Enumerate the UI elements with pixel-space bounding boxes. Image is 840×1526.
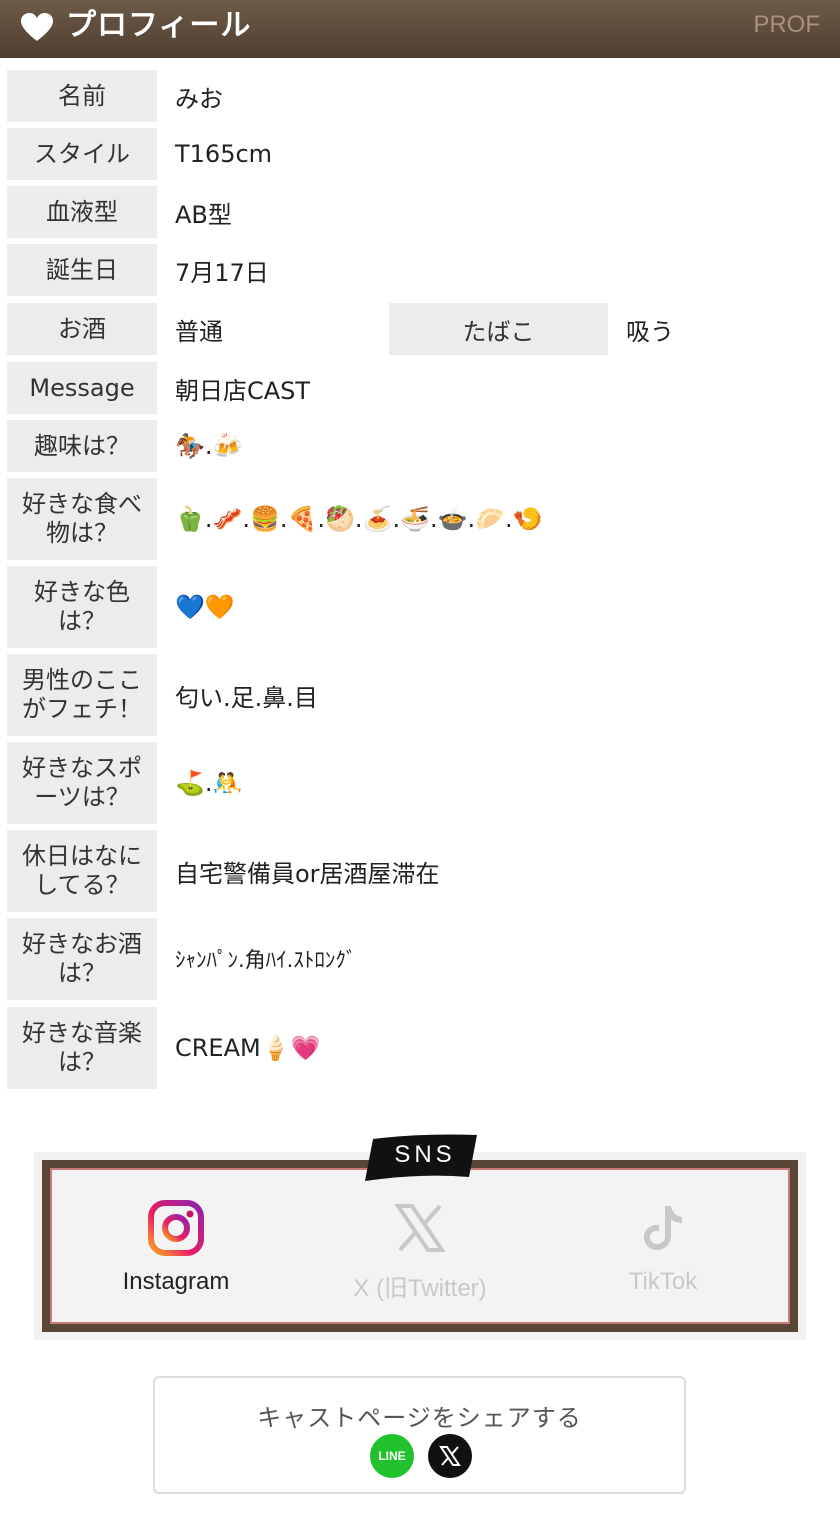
profile-row-holiday: 休日はなにしてる？ 自宅警備員or居酒屋滞在: [0, 830, 840, 912]
x-icon: [394, 1204, 446, 1252]
tiktok-icon: [644, 1206, 682, 1250]
row-label: 好きなスポーツは？: [7, 742, 157, 824]
profile-row-fetish: 男性のここがフェチ！ 匂い.足.鼻.目: [0, 654, 840, 736]
row-value: みお: [175, 84, 223, 113]
row-label: 男性のここがフェチ！: [7, 654, 157, 736]
profile-row-color: 好きな色は？ 💙🧡: [0, 566, 840, 648]
profile-row-blood: 血液型 AB型: [0, 186, 840, 238]
row-label: お酒: [7, 303, 157, 355]
profile-row-hobby: 趣味は？ 🏇.🍻: [0, 420, 840, 472]
row-value: 🫑.🥓.🍔.🍕.🥙.🍝.🍜.🍲.🥟.🍤: [175, 505, 543, 533]
page-header: プロフィール PROF: [0, 0, 840, 58]
row-value: T165cm: [175, 140, 273, 168]
row-value: CREAM🍦💗: [175, 1034, 321, 1062]
profile-row-sports: 好きなスポーツは？ ⛳.🤼: [0, 742, 840, 824]
sns-tiktok-link[interactable]: TikTok: [553, 1200, 773, 1296]
profile-row-name: 名前 みお: [0, 70, 840, 122]
sns-instagram-link[interactable]: Instagram: [66, 1200, 286, 1296]
sns-label: TikTok: [628, 1268, 698, 1295]
profile-row-birthday: 誕生日 7月17日: [0, 244, 840, 296]
row-value-secondary: 吸う: [626, 317, 674, 346]
sns-label: Instagram: [122, 1268, 230, 1295]
row-value: 💙🧡: [175, 593, 235, 621]
row-label: 名前: [7, 70, 157, 122]
row-label-secondary: たばこ: [389, 303, 608, 355]
profile-row-message: Message 朝日店CAST: [0, 362, 840, 414]
row-label: 誕生日: [7, 244, 157, 296]
instagram-icon: [148, 1200, 204, 1256]
row-label: 血液型: [7, 186, 157, 238]
x-icon: [439, 1446, 461, 1466]
row-label: 好きなお酒は？: [7, 918, 157, 1000]
row-value: 普通: [175, 317, 223, 346]
sns-x-link[interactable]: X (旧Twitter): [310, 1200, 530, 1303]
row-value: 7月17日: [175, 258, 269, 287]
profile-row-alcohol-tobacco: お酒 普通 たばこ 吸う: [0, 303, 840, 355]
heart-icon: [21, 13, 53, 41]
row-value: ｼｬﾝﾊﾟﾝ.角ﾊｲ.ｽﾄﾛﾝｸﾞ: [175, 948, 357, 972]
row-value: 🏇.🍻: [175, 432, 243, 460]
profile-row-drink: 好きなお酒は？ ｼｬﾝﾊﾟﾝ.角ﾊｲ.ｽﾄﾛﾝｸﾞ: [0, 918, 840, 1000]
row-label: 好きな食べ物は？: [7, 478, 157, 560]
row-label: 好きな色は？: [7, 566, 157, 648]
share-text: キャストページをシェアする: [257, 1404, 582, 1432]
profile-row-food: 好きな食べ物は？ 🫑.🥓.🍔.🍕.🥙.🍝.🍜.🍲.🥟.🍤: [0, 478, 840, 560]
row-value: 朝日店CAST: [175, 376, 311, 405]
row-label: スタイル: [7, 128, 157, 180]
profile-row-style: スタイル T165cm: [0, 128, 840, 180]
row-label: 趣味は？: [7, 420, 157, 472]
row-label: Message: [7, 362, 157, 414]
page-title: プロフィール: [66, 8, 252, 43]
row-value: 匂い.足.鼻.目: [175, 683, 318, 712]
header-tag: PROF: [753, 11, 820, 38]
share-box: キャストページをシェアする LINE: [153, 1376, 686, 1494]
row-value: AB型: [175, 200, 232, 229]
sns-badge-label: SNS: [394, 1141, 456, 1168]
row-value: 自宅警備員or居酒屋滞在: [175, 859, 440, 888]
x-share-button[interactable]: [428, 1434, 472, 1478]
line-share-button[interactable]: LINE: [370, 1434, 414, 1478]
row-value: ⛳.🤼: [175, 769, 243, 797]
row-label: 好きな音楽は？: [7, 1007, 157, 1089]
row-label: 休日はなにしてる？: [7, 830, 157, 912]
profile-row-music: 好きな音楽は？ CREAM🍦💗: [0, 1007, 840, 1089]
sns-label: X (旧Twitter): [353, 1275, 487, 1302]
